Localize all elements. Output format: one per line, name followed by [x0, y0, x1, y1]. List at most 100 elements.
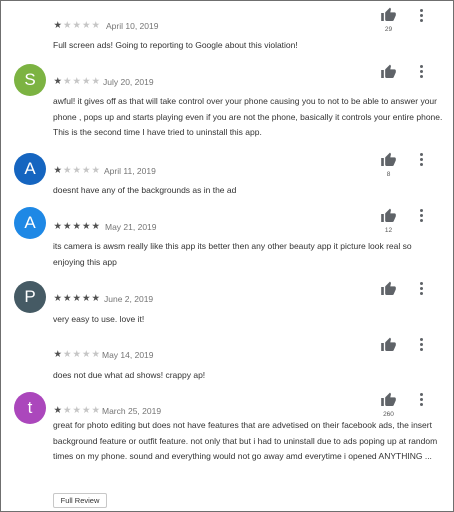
star-filled-icon: ★ [53, 76, 63, 87]
helpful-count: 12 [384, 227, 393, 234]
star-empty-icon: ★ [81, 405, 91, 416]
star-filled-icon: ★ [91, 293, 101, 304]
star-empty-icon: ★ [62, 349, 72, 360]
avatar: A [14, 207, 46, 239]
dot [419, 292, 423, 295]
thumbs-up-icon[interactable] [380, 337, 397, 353]
star-empty-icon: ★ [62, 405, 72, 416]
thumbs-up-icon[interactable] [380, 281, 397, 297]
dot [419, 9, 423, 12]
review-text: does not due what ad shows! crappy ap! [53, 370, 206, 380]
star-filled-icon: ★ [72, 293, 82, 304]
dot [419, 163, 423, 166]
star-filled-icon: ★ [53, 221, 63, 232]
star-filled-icon: ★ [91, 221, 101, 232]
review-date: April 11, 2019 [104, 166, 156, 176]
star-rating: ★ ★ ★ ★ ★ [53, 405, 101, 417]
star-empty-icon: ★ [62, 20, 72, 31]
helpful-count: 260 [383, 411, 394, 418]
star-filled-icon: ★ [62, 221, 72, 232]
star-rating: ★ ★ ★ ★ ★ [53, 293, 101, 305]
dot [419, 219, 423, 222]
thumbs-up-icon[interactable] [380, 392, 397, 408]
more-options-icon[interactable] [417, 209, 425, 223]
more-options-icon[interactable] [417, 282, 425, 296]
star-rating: ★ ★ ★ ★ ★ [53, 165, 101, 177]
dot [419, 70, 423, 73]
dot [419, 338, 423, 341]
star-empty-icon: ★ [81, 349, 91, 360]
review-text: its camera is awsm really like this app … [53, 241, 412, 267]
star-empty-icon: ★ [72, 165, 82, 176]
review-date: May 21, 2019 [105, 222, 157, 232]
dot [419, 393, 423, 396]
dot [419, 287, 423, 290]
dot [419, 19, 423, 22]
thumbs-up-icon[interactable] [380, 208, 397, 224]
star-filled-icon: ★ [53, 165, 63, 176]
thumbs-up-icon[interactable] [380, 7, 397, 23]
review-text: awful! it gives off as that will take co… [53, 96, 443, 137]
star-empty-icon: ★ [62, 76, 72, 87]
star-empty-icon: ★ [91, 76, 101, 87]
more-options-icon[interactable] [417, 65, 425, 79]
dot [419, 348, 423, 351]
reviews-panel: ★ ★ ★ ★ ★ April 10, 2019 Full screen ads! Go… [0, 0, 454, 512]
dot [419, 158, 423, 161]
star-filled-icon: ★ [62, 293, 72, 304]
avatar: t [14, 392, 46, 424]
dot [419, 14, 423, 17]
avatar: S [14, 64, 46, 96]
star-empty-icon: ★ [91, 165, 101, 176]
star-empty-icon: ★ [81, 165, 91, 176]
star-filled-icon: ★ [53, 20, 63, 31]
review-date: July 20, 2019 [103, 77, 154, 87]
star-empty-icon: ★ [72, 349, 82, 360]
star-empty-icon: ★ [72, 76, 82, 87]
star-empty-icon: ★ [91, 405, 101, 416]
star-empty-icon: ★ [91, 349, 101, 360]
star-rating: ★ ★ ★ ★ ★ [53, 76, 101, 88]
more-options-icon[interactable] [417, 393, 425, 407]
dot [419, 214, 423, 217]
star-empty-icon: ★ [81, 20, 91, 31]
avatar: A [14, 153, 46, 185]
thumbs-up-icon[interactable] [380, 64, 397, 80]
dot [419, 343, 423, 346]
dot [419, 75, 423, 78]
full-review-button[interactable]: Full Review [53, 493, 107, 508]
review-date: March 25, 2019 [102, 406, 162, 416]
review-text: Full screen ads! Going to reporting to G… [53, 40, 298, 50]
star-filled-icon: ★ [81, 293, 91, 304]
dot [419, 153, 423, 156]
star-filled-icon: ★ [53, 405, 63, 416]
thumbs-up-icon[interactable] [380, 152, 397, 168]
dot [419, 209, 423, 212]
star-empty-icon: ★ [72, 405, 82, 416]
star-empty-icon: ★ [72, 20, 82, 31]
star-rating: ★ ★ ★ ★ ★ [53, 349, 101, 361]
review-date: May 14, 2019 [102, 350, 154, 360]
dot [419, 65, 423, 68]
review-text: doesnt have any of the backgrounds as in… [53, 185, 237, 195]
more-options-icon[interactable] [417, 338, 425, 352]
review-text: great for photo editing but does not hav… [53, 420, 438, 461]
star-filled-icon: ★ [81, 221, 91, 232]
star-empty-icon: ★ [81, 76, 91, 87]
dot [419, 398, 423, 401]
helpful-count: 8 [386, 171, 391, 178]
star-rating: ★ ★ ★ ★ ★ [53, 221, 101, 233]
dot [419, 403, 423, 406]
helpful-count: 29 [384, 26, 393, 33]
review-text: very easy to use. love it! [53, 314, 145, 324]
star-filled-icon: ★ [53, 293, 63, 304]
star-filled-icon: ★ [53, 349, 63, 360]
review-date: June 2, 2019 [104, 294, 154, 304]
more-options-icon[interactable] [417, 153, 425, 167]
star-empty-icon: ★ [62, 165, 72, 176]
review-date: April 10, 2019 [106, 21, 159, 31]
avatar: P [14, 281, 46, 313]
more-options-icon[interactable] [417, 9, 425, 23]
dot [419, 282, 423, 285]
star-rating: ★ ★ ★ ★ ★ [53, 20, 101, 32]
